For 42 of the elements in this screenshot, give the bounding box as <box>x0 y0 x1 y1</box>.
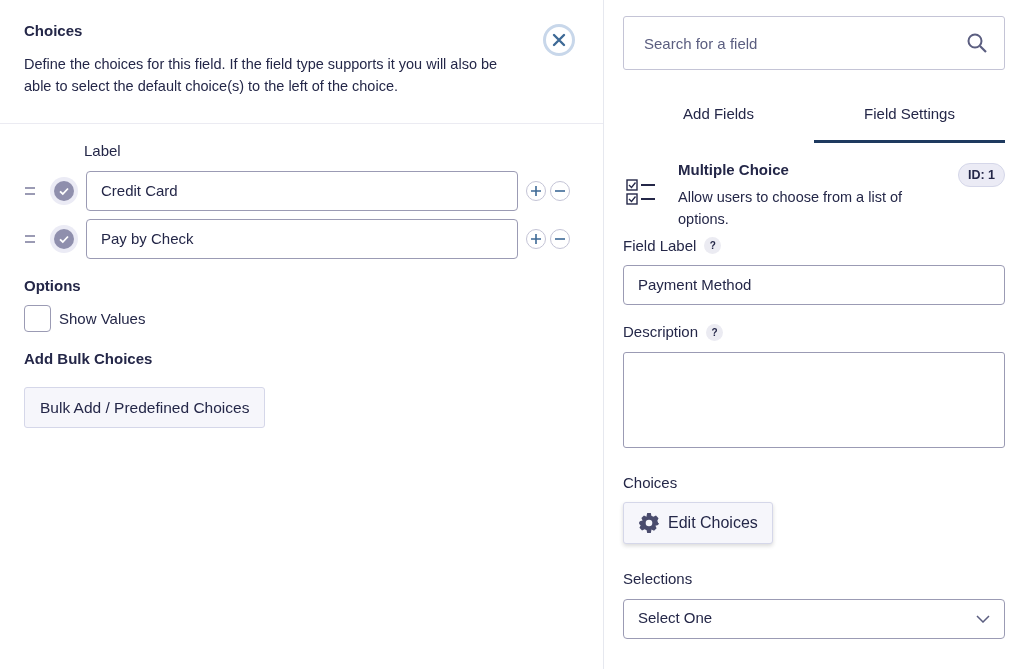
section-heading: Options <box>24 275 82 296</box>
default-choice-toggle[interactable] <box>50 224 78 253</box>
section-heading: Add Bulk Choices <box>24 349 154 370</box>
chevron-down-icon <box>976 614 990 623</box>
checkbox-label: Show Values <box>59 308 146 329</box>
text-input[interactable]: Payment Method <box>623 265 1005 305</box>
field-label: Description <box>623 322 699 342</box>
drag-handle-icon[interactable] <box>24 185 36 196</box>
checklist-icon <box>626 178 656 205</box>
choice-input[interactable]: Pay by Check <box>86 218 518 259</box>
bulk-add-button[interactable]: Bulk Add / Predefined Choices <box>24 386 266 429</box>
drag-handle-icon[interactable] <box>24 233 36 244</box>
gear-icon <box>638 512 660 534</box>
choice-input[interactable]: Credit Card <box>86 170 518 211</box>
default-choice-toggle[interactable] <box>50 176 78 205</box>
search-icon[interactable] <box>967 33 987 53</box>
column-label: Label <box>84 141 122 162</box>
textarea-field[interactable] <box>623 351 1005 448</box>
tab[interactable]: Add Fields <box>623 86 814 143</box>
remove-choice-button[interactable] <box>550 228 570 249</box>
field-label: Selections <box>623 569 693 589</box>
add-choice-button[interactable] <box>526 180 546 201</box>
field-type-description: Allow users to choose from a list of options. <box>678 188 904 229</box>
field-id-badge: ID: 1 <box>957 162 1005 188</box>
select-dropdown[interactable]: Select One <box>623 598 1005 639</box>
field-label: Field Label <box>623 235 697 256</box>
checkbox[interactable] <box>24 305 51 333</box>
help-icon[interactable]: ? <box>704 237 722 255</box>
close-button[interactable] <box>543 24 575 56</box>
edit-choices-button[interactable]: Edit Choices <box>623 502 773 544</box>
search-field[interactable]: Search for a field <box>623 16 1005 70</box>
tab[interactable]: Field Settings <box>814 86 1005 143</box>
panel-title: Choices <box>24 21 84 41</box>
field-type-name: Multiple Choice <box>678 159 790 180</box>
field-label: Choices <box>623 472 678 493</box>
panel-description: Define the choices for this field. If the field type supports it you will also be able to select the default choice(s) to the left of the choice. <box>24 54 499 96</box>
add-choice-button[interactable] <box>526 228 546 249</box>
remove-choice-button[interactable] <box>550 180 570 201</box>
plus-icon <box>530 184 542 197</box>
plus-icon <box>530 232 542 245</box>
help-icon[interactable]: ? <box>706 323 724 341</box>
close-icon <box>552 33 566 47</box>
